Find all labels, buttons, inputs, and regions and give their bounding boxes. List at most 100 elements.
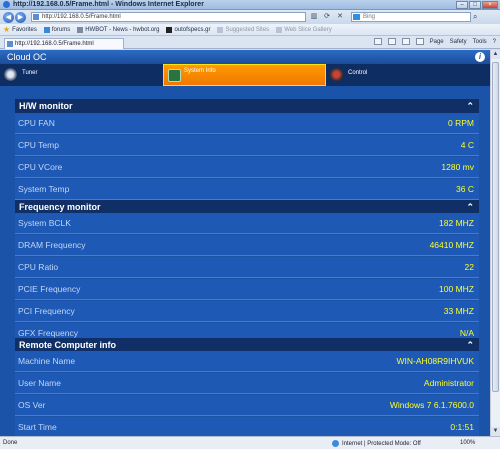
row-value: 46410 MHZ	[429, 240, 474, 250]
feeds-icon[interactable]	[387, 38, 396, 45]
help-icon[interactable]: ?	[493, 39, 496, 45]
browser-tab-row: http://192.168.0.5/Frame.html Page Safet…	[0, 36, 500, 49]
row-value: 36 C	[456, 184, 474, 194]
monitor-icon	[168, 69, 181, 82]
url-text: http://192.168.0.5/Frame.html	[42, 14, 121, 20]
star-icon: ★	[3, 25, 11, 34]
row-value: 22	[464, 262, 474, 272]
favorite-outofspecs[interactable]: outofspecs.gr	[166, 26, 211, 33]
tab-control[interactable]: Control	[326, 64, 489, 86]
scroll-up-icon[interactable]: ▲	[491, 50, 500, 59]
row-label: PCI Frequency	[18, 306, 75, 316]
address-bar: ◀ ▶ http://192.168.0.5/Frame.html ▥ ⟳ ✕ …	[0, 10, 500, 24]
refresh-icon[interactable]: ⟳	[322, 12, 332, 22]
tab-label: System Info	[184, 68, 216, 74]
table-row: Start Time 0:1:51	[15, 417, 479, 436]
tab-label: Tuner	[22, 70, 38, 76]
row-value: 1280 mv	[441, 162, 474, 172]
forward-button[interactable]: ▶	[15, 11, 26, 23]
globe-icon	[332, 440, 339, 447]
row-label: Machine Name	[18, 356, 76, 366]
site-icon	[166, 26, 173, 33]
row-value: Windows 7 6.1.7600.0	[389, 400, 474, 410]
row-label: Start Time	[18, 422, 57, 432]
row-value: 33 MHZ	[443, 306, 474, 316]
ie-logo-icon	[3, 1, 10, 8]
scroll-thumb[interactable]	[492, 62, 499, 392]
row-value: 182 MHZ	[439, 218, 474, 228]
mail-icon[interactable]	[401, 38, 410, 45]
page-menu[interactable]: Page	[430, 39, 444, 45]
favorites-bar: ★ Favorites forums HWBOT - News - hwbot.…	[0, 24, 500, 36]
section-title: Remote Computer info	[19, 340, 117, 350]
scroll-down-icon[interactable]: ▼	[491, 427, 500, 436]
row-value: 0:1:51	[450, 422, 474, 432]
favorite-label: Suggested Sites	[225, 26, 270, 33]
url-input[interactable]: http://192.168.0.5/Frame.html	[31, 12, 306, 22]
table-row: Machine Name WIN-AH08R9IHVUK	[15, 351, 479, 372]
command-bar: Page Safety Tools ?	[373, 38, 496, 45]
table-row: CPU FAN 0 RPM	[15, 113, 479, 134]
maximize-button[interactable]: □	[469, 1, 481, 9]
tab-system-info[interactable]: System Info	[163, 64, 326, 86]
tab-tuner[interactable]: Tuner	[0, 64, 163, 86]
row-label: PCIE Frequency	[18, 284, 81, 294]
row-value: Administrator	[423, 378, 474, 388]
favorite-web-slice-gallery[interactable]: Web Slice Gallery	[276, 26, 332, 33]
home-icon[interactable]	[373, 38, 382, 45]
zoom-level[interactable]: 100%	[460, 440, 475, 446]
safety-menu[interactable]: Safety	[450, 39, 467, 45]
search-icon[interactable]: ⌕	[473, 12, 477, 22]
table-row: System BCLK 182 MHZ	[15, 213, 479, 234]
zone-text: Internet | Protected Mode: Off	[342, 440, 421, 447]
minimize-button[interactable]: –	[456, 1, 468, 9]
table-row: OS Ver Windows 7 6.1.7600.0	[15, 395, 479, 416]
row-label: CPU Ratio	[18, 262, 59, 272]
collapse-icon[interactable]: ⌃	[466, 200, 474, 214]
favorites-button[interactable]: ★ Favorites	[3, 25, 37, 34]
search-placeholder: Bing	[363, 14, 376, 20]
close-button[interactable]: ×	[482, 1, 498, 9]
search-input[interactable]: Bing	[351, 12, 471, 22]
row-label: System BCLK	[18, 218, 71, 228]
row-value: WIN-AH08R9IHVUK	[396, 356, 474, 366]
row-value: 4 C	[460, 140, 474, 150]
table-row: User Name Administrator	[15, 373, 479, 394]
favorite-forums[interactable]: forums	[43, 26, 71, 33]
compat-view-icon[interactable]: ▥	[309, 12, 319, 22]
table-row: CPU Temp 4 C	[15, 135, 479, 156]
collapse-icon[interactable]: ⌃	[466, 99, 474, 113]
browser-tab[interactable]: http://192.168.0.5/Frame.html	[4, 38, 124, 49]
row-label: CPU VCore	[18, 162, 63, 172]
table-row: CPU VCore 1280 mv	[15, 157, 479, 178]
section-header-remote-computer-info[interactable]: Remote Computer info ⌃	[15, 338, 479, 352]
back-button[interactable]: ◀	[3, 11, 14, 23]
page-icon	[7, 41, 13, 47]
row-label: CPU FAN	[18, 118, 55, 128]
tools-menu[interactable]: Tools	[473, 39, 487, 45]
section-title: Frequency monitor	[19, 202, 101, 212]
favorite-suggested-sites[interactable]: Suggested Sites	[217, 26, 270, 33]
gauge-icon	[4, 68, 17, 81]
print-icon[interactable]	[415, 38, 424, 45]
row-label: OS Ver	[18, 400, 46, 410]
info-icon[interactable]: i	[475, 52, 485, 62]
bing-icon	[353, 14, 360, 20]
section-header-frequency-monitor[interactable]: Frequency monitor ⌃	[15, 200, 479, 214]
security-zone[interactable]: Internet | Protected Mode: Off	[332, 440, 421, 447]
app-title-bar: Cloud OC i	[0, 50, 490, 64]
wrench-icon	[330, 68, 343, 81]
favorites-label: Favorites	[12, 26, 37, 33]
favorite-label: forums	[51, 26, 71, 33]
page-icon	[33, 14, 39, 20]
stop-icon[interactable]: ✕	[335, 12, 345, 22]
app-frame: Cloud OC i Tuner System Info Control H/W…	[0, 50, 500, 436]
section-header-hw-monitor[interactable]: H/W monitor ⌃	[15, 99, 479, 113]
favorite-label: outofspecs.gr	[174, 26, 211, 33]
collapse-icon[interactable]: ⌃	[466, 338, 474, 352]
vertical-scrollbar[interactable]: ▲ ▼	[490, 50, 500, 436]
row-label: CPU Temp	[18, 140, 59, 150]
row-label: User Name	[18, 378, 61, 388]
favorite-hwbot[interactable]: HWBOT - News - hwbot.org	[77, 26, 159, 33]
app-title: Cloud OC	[7, 52, 47, 62]
